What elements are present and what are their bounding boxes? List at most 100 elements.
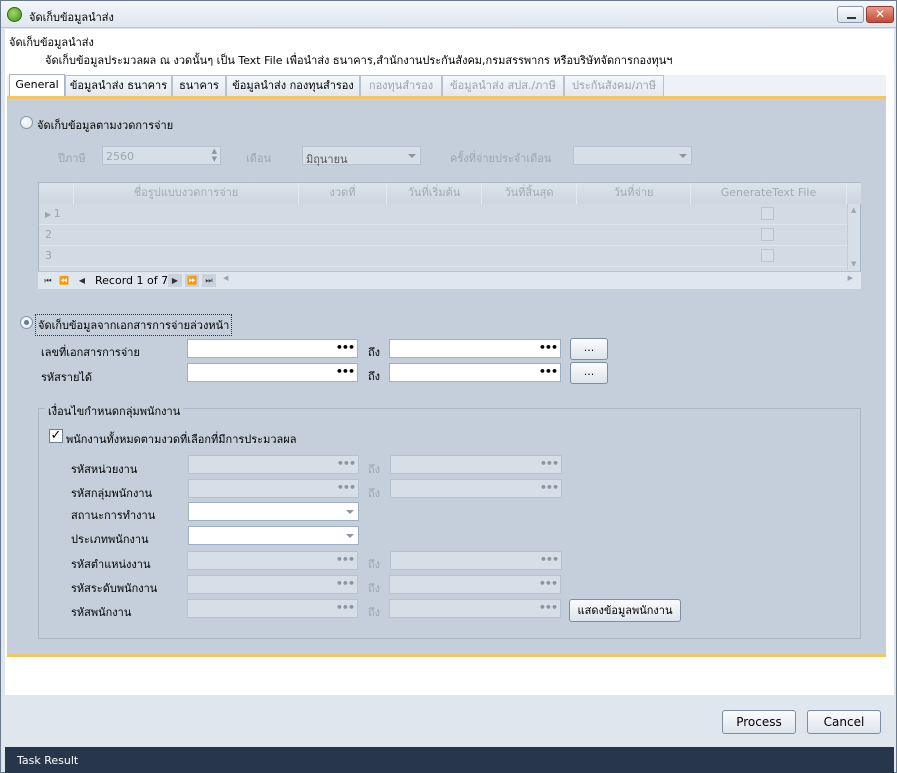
all-employees-label: พนักงานทั้งหมดตามงวดที่เลือกที่มีการประม… [66, 433, 297, 446]
tab-sso-tax-export[interactable]: ข้อมูลนำส่ง สปส./ภาษี [442, 75, 564, 97]
to-label: ถึง [368, 487, 381, 500]
month-select[interactable]: มิถุนายน [302, 146, 421, 166]
tab-sso-tax[interactable]: ประกันสังคม/ภาษี [564, 75, 664, 97]
ellipsis-icon[interactable]: ••• [336, 553, 355, 566]
work-status-label: สถานะการทำงาน [71, 509, 156, 522]
year-spinner[interactable]: 2560 ▲ ▼ [102, 146, 221, 165]
emp-group-from-field[interactable]: ••• [188, 479, 359, 498]
ellipsis-icon[interactable]: ••• [539, 601, 558, 614]
generate-checkbox[interactable] [761, 249, 774, 262]
chevron-down-icon [679, 154, 687, 158]
col-header-generate-file[interactable]: GenerateText File [691, 183, 847, 204]
row-number: 2 [45, 228, 52, 241]
unit-from-field[interactable]: ••• [188, 455, 359, 474]
show-employees-button[interactable]: แสดงข้อมูลพนักงาน [569, 599, 681, 622]
ellipsis-icon[interactable]: ••• [539, 365, 558, 378]
next-record-icon[interactable]: ▶ [168, 274, 182, 287]
group-title: เงื่อนไขกำหนดกลุ่มพนักงาน [45, 402, 184, 420]
month-label: เดือน [246, 152, 272, 165]
grid-corner [39, 183, 74, 204]
doc-no-from-field[interactable]: ••• [187, 339, 358, 358]
doc-no-label: เลขที่เอกสารการจ่าย [41, 346, 140, 359]
level-code-label: รหัสระดับพนักงาน [71, 582, 158, 595]
ellipsis-icon[interactable]: ••• [336, 341, 355, 354]
tab-bank[interactable]: ธนาคาร [172, 75, 226, 97]
table-row[interactable]: 3 [39, 246, 847, 267]
grid-header-filler [847, 183, 861, 204]
col-header-period-no[interactable]: งวดที่ [299, 183, 387, 204]
tab-provident[interactable]: กองทุนสำรอง [360, 75, 442, 97]
doc-no-browse-button[interactable]: ... [570, 338, 608, 360]
last-record-icon[interactable]: ⏭ [202, 274, 216, 287]
by-advance-doc-label: จัดเก็บข้อมูลจากเอกสารการจ่ายล่วงหน้า [35, 314, 233, 336]
generate-checkbox[interactable] [761, 207, 774, 220]
level-to-field[interactable]: ••• [389, 575, 561, 594]
next-page-icon[interactable]: ⏩ [185, 274, 199, 287]
table-row[interactable]: 2 [39, 225, 847, 246]
tab-provident-export[interactable]: ข้อมูลนำส่ง กองทุนสำรอง [226, 75, 360, 97]
income-code-label: รหัสรายได้ [41, 371, 93, 384]
ellipsis-icon[interactable]: ••• [539, 577, 558, 590]
page-title: จัดเก็บข้อมูลนำส่ง [9, 36, 94, 49]
ellipsis-icon[interactable]: ••• [539, 341, 558, 354]
ellipsis-icon[interactable]: ••• [336, 577, 355, 590]
year-label: ปีภาษี [58, 152, 86, 165]
income-browse-button[interactable]: ... [570, 362, 608, 384]
tab-general[interactable]: General [9, 74, 65, 98]
position-from-field[interactable]: ••• [187, 551, 358, 570]
first-record-icon[interactable]: ⏮ [41, 274, 55, 287]
vertical-scrollbar[interactable]: ▲ ▼ [847, 204, 860, 270]
to-label: ถึง [368, 606, 381, 619]
level-from-field[interactable]: ••• [187, 575, 358, 594]
prev-page-icon[interactable]: ⏪ [57, 274, 71, 287]
task-result-label: Task Result [17, 754, 79, 767]
emp-group-to-field[interactable]: ••• [390, 479, 562, 498]
ellipsis-icon[interactable]: ••• [540, 481, 559, 494]
scroll-up-icon[interactable]: ▲ [851, 206, 856, 214]
row-number: 3 [45, 249, 52, 262]
ellipsis-icon[interactable]: ••• [337, 457, 356, 470]
scroll-left-icon[interactable]: ◀ [223, 274, 228, 282]
title-bar: จัดเก็บข้อมูลนำส่ง ✕ [1, 1, 896, 28]
employee-to-field[interactable]: ••• [389, 599, 561, 618]
col-header-pay-date[interactable]: วันที่จ่าย [577, 183, 691, 204]
by-period-radio[interactable] [20, 116, 33, 129]
doc-no-to-field[interactable]: ••• [389, 339, 561, 358]
ellipsis-icon[interactable]: ••• [336, 601, 355, 614]
emp-type-select[interactable] [188, 526, 359, 545]
to-label: ถึง [368, 558, 381, 571]
work-status-select[interactable] [188, 502, 359, 521]
minimize-button[interactable] [837, 6, 864, 23]
table-row[interactable]: ▶ 1 [39, 204, 847, 225]
task-result-bar[interactable]: Task Result [5, 747, 894, 773]
page-description: จัดเก็บข้อมูลประมวลผล ณ งวดนั้นๆ เป็น Te… [45, 54, 673, 67]
chevron-down-icon [346, 534, 354, 538]
period-select[interactable] [573, 146, 692, 165]
employee-from-field[interactable]: ••• [187, 599, 358, 618]
ellipsis-icon[interactable]: ••• [540, 457, 559, 470]
horizontal-scrollbar[interactable]: ◀ ▶ [221, 273, 853, 287]
prev-record-icon[interactable]: ◀ [75, 274, 89, 287]
tab-bank-export[interactable]: ข้อมูลนำส่ง ธนาคาร [65, 75, 172, 97]
col-header-start-date[interactable]: วันที่เริ่มต้น [387, 183, 482, 204]
ellipsis-icon[interactable]: ••• [337, 481, 356, 494]
to-label: ถึง [368, 463, 381, 476]
unit-to-field[interactable]: ••• [390, 455, 562, 474]
generate-checkbox[interactable] [761, 228, 774, 241]
income-to-field[interactable]: ••• [389, 363, 561, 382]
all-employees-checkbox[interactable]: ✓ [49, 429, 63, 443]
ellipsis-icon[interactable]: ••• [336, 365, 355, 378]
col-header-period-name[interactable]: ชื่อรูปแบบงวดการจ่าย [74, 183, 299, 204]
process-button[interactable]: Process [722, 710, 796, 734]
scroll-down-icon[interactable]: ▼ [851, 260, 856, 268]
ellipsis-icon[interactable]: ••• [540, 553, 559, 566]
by-period-label: จัดเก็บข้อมูลตามงวดการจ่าย [37, 119, 174, 132]
scroll-right-icon[interactable]: ▶ [848, 274, 853, 282]
position-to-field[interactable]: ••• [390, 551, 562, 570]
emp-group-label: รหัสกลุ่มพนักงาน [71, 487, 153, 500]
cancel-button[interactable]: Cancel [807, 710, 881, 734]
close-button[interactable]: ✕ [866, 6, 894, 23]
income-from-field[interactable]: ••• [187, 363, 358, 382]
col-header-end-date[interactable]: วันที่สิ้นสุด [482, 183, 577, 204]
by-advance-doc-radio[interactable] [20, 316, 33, 329]
